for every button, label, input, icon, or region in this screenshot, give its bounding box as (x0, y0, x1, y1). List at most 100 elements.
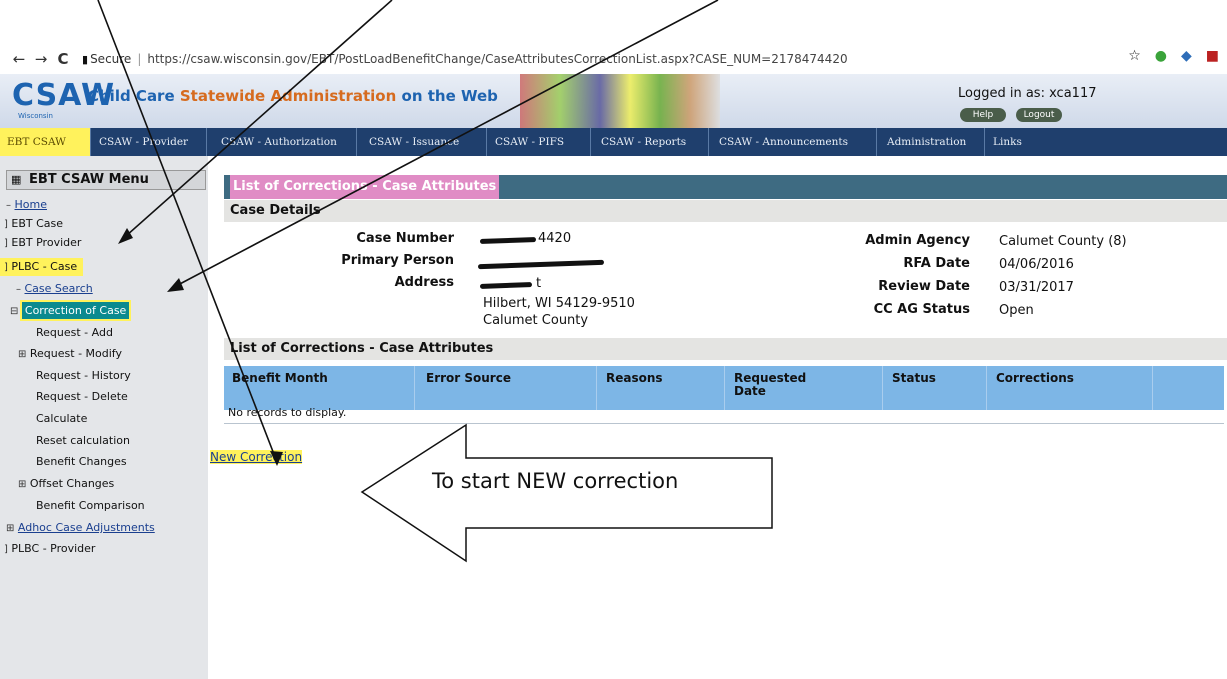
sidebar-item-label: Request - Modify (29, 347, 122, 360)
nav-csaw-reports[interactable]: CSAW - Reports (594, 128, 709, 156)
sidebar-item-offset-changes[interactable]: ⊞ Offset Changes (18, 475, 114, 493)
extension-red-icon[interactable]: ■ (1206, 48, 1219, 64)
help-button[interactable]: Help (960, 108, 1006, 122)
sidebar-menu-title: EBT CSAW Menu (29, 172, 149, 187)
url-separator: | (137, 52, 142, 66)
column-corrections[interactable]: Corrections (996, 372, 1074, 385)
admin-agency-value: Calumet County (8) (999, 234, 1127, 249)
sidebar-item-request-add[interactable]: Request - Add (36, 324, 113, 342)
sidebar-item-home[interactable]: – Home (6, 196, 47, 214)
nav-administration[interactable]: Administration (880, 128, 985, 156)
sidebar-item-case-search[interactable]: – Case Search (16, 280, 93, 298)
expand-icon[interactable]: ⊞ (18, 346, 26, 364)
tree-bracket-icon: ] (4, 219, 8, 230)
forward-icon[interactable]: → (30, 50, 52, 68)
sidebar-item-label: Benefit Changes (36, 455, 127, 468)
case-number-value: 4420 (538, 231, 572, 246)
tagline-part-3: Administration (270, 87, 397, 105)
sidebar-item-request-delete[interactable]: Request - Delete (36, 388, 128, 406)
tagline-part-4: on the Web (396, 87, 498, 105)
case-details-header: Case Details (224, 200, 1227, 222)
column-requested-date[interactable]: Requested Date (734, 372, 834, 398)
new-correction-link[interactable]: New Correction (210, 450, 303, 464)
case-number-redaction (479, 237, 537, 244)
case-number-label: Case Number (356, 231, 454, 246)
sidebar-item-request-history[interactable]: Request - History (36, 367, 131, 385)
sidebar-item-adhoc-case-adjustments[interactable]: ⊞ Adhoc Case Adjustments (6, 519, 155, 537)
nav-csaw-authorization[interactable]: CSAW - Authorization (214, 128, 357, 156)
cc-ag-status-value: Open (999, 303, 1034, 318)
sidebar-item-reset-calculation[interactable]: Reset calculation (36, 432, 130, 450)
bookmark-star-icon[interactable]: ☆ (1128, 48, 1141, 64)
callout-text: To start NEW correction (432, 469, 679, 493)
sidebar-item-correction-of-case[interactable]: ⊟ Correction of Case (10, 300, 132, 321)
column-benefit-month[interactable]: Benefit Month (232, 372, 328, 385)
sidebar-item-label: Request - History (36, 369, 131, 382)
nav-links[interactable]: Links (986, 128, 1040, 156)
sidebar-item-label: PLBC - Case (11, 260, 78, 273)
nav-csaw-pifs[interactable]: CSAW - PIFS (488, 128, 591, 156)
primary-person-redaction (477, 259, 605, 270)
review-date-value: 03/31/2017 (999, 280, 1074, 295)
extension-blue-icon[interactable]: ◆ (1181, 48, 1192, 64)
corrections-list-header: List of Corrections - Case Attributes (224, 338, 1227, 360)
sidebar-item-label: EBT Case (11, 217, 64, 230)
callout-arrow-shape (360, 423, 773, 563)
browser-toolbar: ← → C ▮ Secure | https://csaw.wisconsin.… (0, 46, 1227, 72)
tree-bracket-icon: ] (4, 238, 8, 249)
menu-grid-icon: ▦ (11, 173, 22, 186)
expand-icon[interactable]: ⊞ (6, 520, 14, 538)
sidebar-item-plbc-case[interactable]: ] PLBC - Case (0, 258, 84, 276)
sidebar-item-plbc-provider[interactable]: ] PLBC - Provider (4, 540, 95, 558)
logout-button[interactable]: Logout (1016, 108, 1062, 122)
nav-csaw-announcements[interactable]: CSAW - Announcements (712, 128, 877, 156)
admin-agency-label: Admin Agency (865, 233, 970, 248)
column-reasons[interactable]: Reasons (606, 372, 663, 385)
sidebar-item-calculate[interactable]: Calculate (36, 410, 87, 428)
main-nav: EBT CSAW CSAW - Provider CSAW - Authoriz… (0, 128, 1227, 156)
page-title: List of Corrections - Case Attributes (230, 175, 500, 199)
address-bar[interactable]: https://csaw.wisconsin.gov/EBT/PostLoadB… (147, 52, 847, 66)
extension-icons: ☆ ● ◆ ■ (1128, 48, 1219, 64)
address-redaction (479, 282, 533, 289)
sidebar-item-label: Case Search (24, 282, 93, 295)
tree-line-icon: – (6, 200, 11, 211)
address-line-2: Hilbert, WI 54129-9510 (483, 296, 635, 311)
nav-ebt-csaw[interactable]: EBT CSAW (0, 128, 91, 156)
expand-icon[interactable]: ⊞ (18, 476, 26, 494)
sidebar-item-request-modify[interactable]: ⊞ Request - Modify (18, 345, 122, 363)
grid-empty-message: No records to display. (224, 402, 1224, 424)
secure-label: Secure (90, 52, 132, 66)
logo-subtitle: Wisconsin (18, 112, 53, 120)
column-error-source[interactable]: Error Source (426, 372, 511, 385)
sidebar-menu-header: ▦ EBT CSAW Menu (6, 170, 206, 190)
reload-icon[interactable]: C (52, 50, 74, 68)
sidebar-item-label: Adhoc Case Adjustments (17, 521, 155, 534)
sidebar-item-benefit-changes[interactable]: Benefit Changes (36, 453, 127, 471)
address-line-3: Calumet County (483, 313, 589, 328)
back-icon[interactable]: ← (8, 50, 30, 68)
tree-bracket-icon: ] (4, 262, 8, 273)
sidebar: ▦ EBT CSAW Menu – Home ] EBT Case ] EBT P… (0, 156, 208, 679)
rfa-date-label: RFA Date (903, 256, 970, 271)
column-status[interactable]: Status (892, 372, 936, 385)
tree-bracket-icon: ] (4, 544, 8, 555)
site-tagline: Child Care Statewide Administration on t… (88, 87, 498, 105)
cc-ag-status-label: CC AG Status (873, 302, 970, 317)
sidebar-item-ebt-case[interactable]: ] EBT Case (4, 215, 63, 233)
sidebar-item-label: Correction of Case (19, 300, 132, 321)
lock-icon: ▮ (82, 52, 89, 66)
sidebar-item-ebt-provider[interactable]: ] EBT Provider (4, 234, 81, 252)
tagline-part-1: Child Care (88, 87, 180, 105)
tagline-part-2: Statewide (179, 87, 271, 105)
address-line-1: t (536, 276, 542, 291)
site-banner: CSAW Wisconsin Child Care Statewide Admi… (0, 74, 1227, 128)
nav-csaw-provider[interactable]: CSAW - Provider (92, 128, 207, 156)
sidebar-item-benefit-comparison[interactable]: Benefit Comparison (36, 497, 145, 515)
crayons-image (520, 74, 720, 128)
sidebar-item-label: Reset calculation (36, 434, 130, 447)
extension-green-icon[interactable]: ● (1155, 48, 1167, 64)
sidebar-item-label: Benefit Comparison (36, 499, 145, 512)
tree-line-icon: – (16, 284, 21, 295)
nav-csaw-issuance[interactable]: CSAW - Issuance (362, 128, 487, 156)
